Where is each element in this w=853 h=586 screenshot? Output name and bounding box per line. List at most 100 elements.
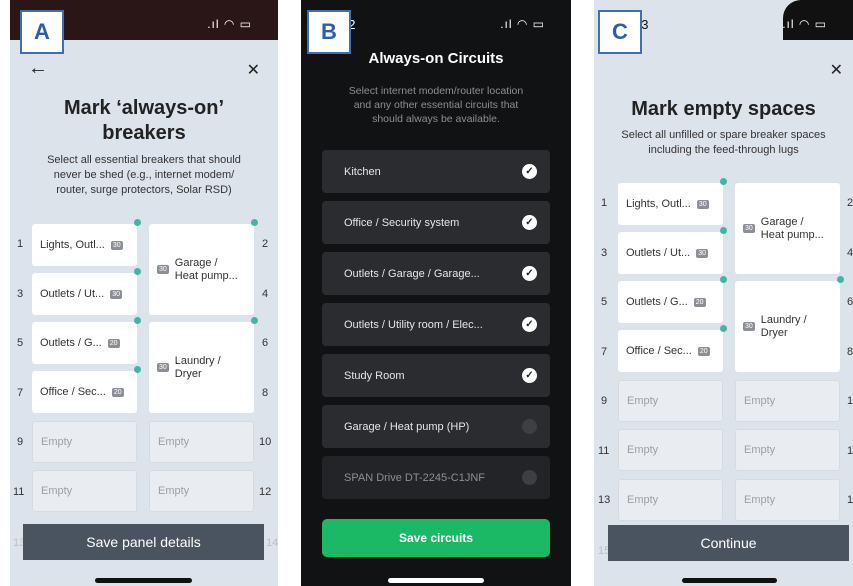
- amp-badge: 20: [111, 387, 124, 397]
- breaker-slot-3[interactable]: Outlets / Ut... 30: [618, 232, 723, 274]
- signal-icon: .ıl ◠ ▭: [782, 17, 827, 31]
- empty-label: Empty: [627, 494, 659, 506]
- slot-number: 5: [601, 296, 608, 308]
- amp-badge: 30: [157, 363, 169, 372]
- subtitle-line1: Select internet modem/router location: [348, 85, 524, 97]
- circuit-item[interactable]: SPAN Drive DT-2245-C1JNF: [322, 456, 550, 499]
- breaker-slot-1[interactable]: Lights, Outl... 30: [618, 183, 723, 225]
- breaker-slot-7[interactable]: Office / Sec... 20: [618, 330, 723, 372]
- slot-number: 2: [847, 197, 853, 209]
- marker-dot: [720, 325, 727, 332]
- unchecked-circle-icon[interactable]: [522, 470, 537, 485]
- breaker-slot-2[interactable]: 30 Garage / Heat pump...: [735, 183, 840, 274]
- panel-badge: C: [598, 10, 642, 54]
- amp-badge: 30: [743, 322, 755, 331]
- always-on-dot: [251, 317, 258, 324]
- page-title: Mark empty spaces: [631, 98, 816, 120]
- empty-label: Empty: [744, 395, 776, 407]
- breaker-label-line2: Heat pump...: [760, 228, 824, 241]
- slot-number: 11: [13, 486, 25, 498]
- breaker-slot-5[interactable]: Outlets / G... 20: [618, 281, 723, 323]
- breaker-label-line1: Laundry /: [174, 354, 221, 367]
- breaker-slot-10[interactable]: Empty: [149, 421, 254, 463]
- circuit-label: Garage / Heat pump (HP): [344, 420, 470, 433]
- breaker-slot-2[interactable]: 30 Garage / Heat pump...: [149, 224, 254, 315]
- slot-number: 3: [601, 247, 608, 259]
- slot-number: 11: [598, 445, 610, 457]
- breaker-slot-9[interactable]: Empty: [32, 421, 137, 463]
- breaker-slot-13[interactable]: Empty: [618, 479, 723, 521]
- breaker-slot-10[interactable]: Empty: [735, 380, 840, 422]
- breaker-label: Outlets / G...: [40, 337, 102, 349]
- circuit-item[interactable]: Kitchen ✓: [322, 150, 550, 193]
- save-circuits-button[interactable]: Save circuits: [322, 519, 550, 557]
- empty-label: Empty: [41, 485, 73, 497]
- always-on-dot: [134, 366, 141, 373]
- circuit-item[interactable]: Outlets / Garage / Garage... ✓: [322, 252, 550, 295]
- checkmark-icon[interactable]: ✓: [522, 164, 537, 179]
- slot-number: 1: [17, 238, 24, 250]
- subtitle-line2: including the feed-through lugs: [648, 144, 799, 156]
- checkmark-icon[interactable]: ✓: [522, 266, 537, 281]
- empty-label: Empty: [158, 485, 190, 497]
- close-icon[interactable]: ✕: [247, 60, 260, 80]
- breaker-label: Lights, Outl...: [40, 239, 105, 251]
- close-icon[interactable]: ✕: [830, 60, 843, 80]
- circuit-item[interactable]: Outlets / Utility room / Elec... ✓: [322, 303, 550, 346]
- breaker-slot-1[interactable]: Lights, Outl... 30: [32, 224, 137, 266]
- breaker-slot-11[interactable]: Empty: [32, 470, 137, 512]
- empty-label: Empty: [744, 494, 776, 506]
- marker-dot: [720, 276, 727, 283]
- amp-badge: 30: [696, 199, 709, 209]
- slot-number: 10: [259, 436, 272, 448]
- page-title-line1: Mark ‘always-on’: [63, 97, 225, 119]
- breaker-slot-5[interactable]: Outlets / G... 20: [32, 322, 137, 364]
- breaker-slot-12[interactable]: Empty: [735, 429, 840, 471]
- subtitle-line1: Select all essential breakers that shoul…: [47, 154, 241, 166]
- home-indicator: [388, 578, 484, 583]
- circuit-label: SPAN Drive DT-2245-C1JNF: [344, 471, 485, 484]
- breaker-slot-7[interactable]: Office / Sec... 20: [32, 371, 137, 413]
- unchecked-circle-icon[interactable]: [522, 419, 537, 434]
- slot-number: 12: [259, 486, 272, 498]
- circuit-item[interactable]: Study Room ✓: [322, 354, 550, 397]
- slot-number: 5: [17, 337, 24, 349]
- breaker-label: Office / Sec...: [626, 345, 692, 357]
- slot-number: 4: [847, 247, 853, 259]
- slot-number: 6: [847, 296, 853, 308]
- breaker-label-line1: Garage /: [174, 256, 218, 269]
- empty-label: Empty: [627, 395, 659, 407]
- back-arrow-icon[interactable]: ←: [28, 57, 48, 80]
- amp-badge: 30: [157, 265, 169, 274]
- breaker-slot-3[interactable]: Outlets / Ut... 30: [32, 273, 137, 315]
- home-indicator: [95, 578, 192, 583]
- circuit-label: Kitchen: [344, 165, 381, 178]
- breaker-slot-14[interactable]: Empty: [735, 479, 840, 521]
- slot-number: 1: [601, 197, 608, 209]
- screen-b: 52 .ıl ◠ ▭ Always-on Circuits Select int…: [301, 0, 571, 586]
- circuit-item[interactable]: Office / Security system ✓: [322, 201, 550, 244]
- breaker-slot-6[interactable]: 30 Laundry / Dryer: [735, 281, 840, 372]
- screen-a: 9 .ıl ◠ ▭ ← ✕ Mark ‘always-on’ breakers …: [10, 0, 278, 586]
- subtitle: Select internet modem/router location an…: [329, 84, 543, 126]
- always-on-dot: [251, 219, 258, 226]
- breaker-slot-9[interactable]: Empty: [618, 380, 723, 422]
- breaker-label: Outlets / Ut...: [626, 247, 691, 259]
- slot-number: 9: [601, 395, 608, 407]
- amp-badge: 30: [110, 289, 122, 299]
- slot-number: 12: [847, 445, 853, 457]
- circuit-label: Office / Security system: [344, 216, 460, 229]
- amp-badge: 30: [696, 248, 708, 258]
- continue-button[interactable]: Continue: [608, 525, 849, 561]
- breaker-slot-12[interactable]: Empty: [149, 470, 254, 512]
- slot-number: 9: [17, 436, 24, 448]
- breaker-slot-6[interactable]: 30 Laundry / Dryer: [149, 322, 254, 413]
- empty-label: Empty: [41, 436, 73, 448]
- circuit-item[interactable]: Garage / Heat pump (HP): [322, 405, 550, 448]
- checkmark-icon[interactable]: ✓: [522, 368, 537, 383]
- checkmark-icon[interactable]: ✓: [522, 317, 537, 332]
- subtitle-line1: Select all unfilled or spare breaker spa…: [621, 129, 826, 141]
- save-panel-details-button[interactable]: Save panel details: [23, 524, 264, 560]
- breaker-slot-11[interactable]: Empty: [618, 429, 723, 471]
- checkmark-icon[interactable]: ✓: [522, 215, 537, 230]
